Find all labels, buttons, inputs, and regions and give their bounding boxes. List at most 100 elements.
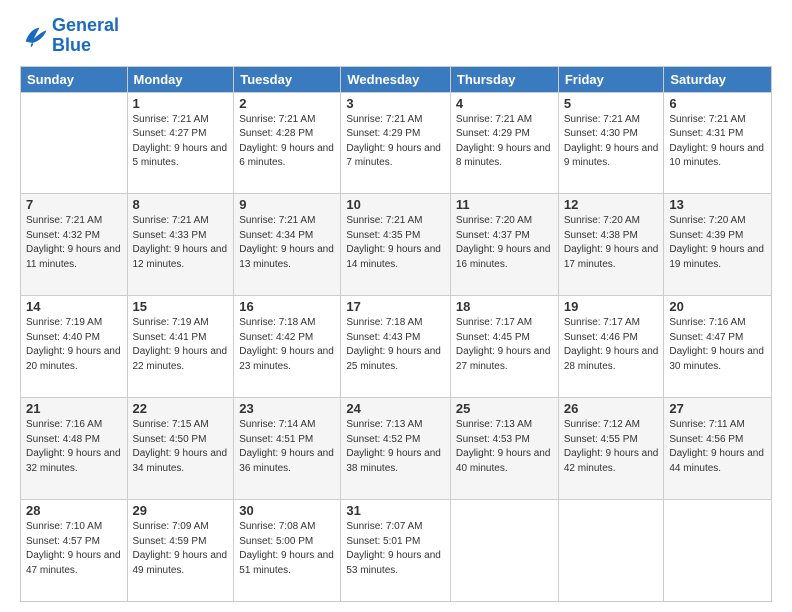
calendar-cell: 1 Sunrise: 7:21 AMSunset: 4:27 PMDaylight… [127,92,234,194]
calendar-cell: 4Sunrise: 7:21 AMSunset: 4:29 PMDaylight… [450,92,558,194]
day-number: 29 [133,503,229,518]
day-number: 30 [239,503,335,518]
weekday-header-monday: Monday [127,66,234,92]
day-number: 15 [133,299,229,314]
calendar-cell: 6 Sunrise: 7:21 AMSunset: 4:31 PMDaylight… [664,92,772,194]
day-info: Sunrise: 7:21 AMSunset: 4:27 PMDaylight:… [133,113,229,171]
calendar-cell [450,500,558,602]
day-number: 14 [26,299,122,314]
day-number: 21 [26,401,122,416]
day-number: 26 [564,401,659,416]
day-info: Sunrise: 7:12 AMSunset: 4:55 PMDaylight:… [564,418,659,476]
calendar-cell: 29 Sunrise: 7:09 AMSunset: 4:59 PMDayligh… [127,500,234,602]
header: General Blue [20,16,772,56]
calendar-cell: 17 Sunrise: 7:18 AMSunset: 4:43 PMDayligh… [341,296,451,398]
calendar-table: SundayMondayTuesdayWednesdayThursdayFrid… [20,66,772,602]
day-number: 25 [456,401,553,416]
day-number: 5 [564,96,659,111]
calendar-cell [21,92,128,194]
day-number: 28 [26,503,122,518]
day-number: 16 [239,299,335,314]
calendar-cell: 31 Sunrise: 7:07 AMSunset: 5:01 PMDayligh… [341,500,451,602]
day-info: Sunrise: 7:20 AMSunset: 4:37 PMDaylight:… [456,214,553,272]
day-info: Sunrise: 7:21 AMSunset: 4:35 PMDaylight:… [346,214,445,272]
calendar-cell [664,500,772,602]
day-number: 31 [346,503,445,518]
day-info: Sunrise: 7:21 AMSunset: 4:34 PMDaylight:… [239,214,335,272]
day-info: Sunrise: 7:15 AMSunset: 4:50 PMDaylight:… [133,418,229,476]
logo-text: General Blue [52,16,119,56]
day-number: 20 [669,299,766,314]
calendar-cell: 19 Sunrise: 7:17 AMSunset: 4:46 PMDayligh… [558,296,664,398]
calendar-cell: 25 Sunrise: 7:13 AMSunset: 4:53 PMDayligh… [450,398,558,500]
calendar-cell: 28 Sunrise: 7:10 AMSunset: 4:57 PMDayligh… [21,500,128,602]
calendar-cell: 18 Sunrise: 7:17 AMSunset: 4:45 PMDayligh… [450,296,558,398]
day-number: 12 [564,197,659,212]
day-info: Sunrise: 7:17 AMSunset: 4:45 PMDaylight:… [456,316,553,374]
day-number: 22 [133,401,229,416]
calendar-cell: 22 Sunrise: 7:15 AMSunset: 4:50 PMDayligh… [127,398,234,500]
calendar-cell: 12Sunrise: 7:20 AMSunset: 4:38 PMDayligh… [558,194,664,296]
calendar-cell: 8Sunrise: 7:21 AMSunset: 4:33 PMDaylight… [127,194,234,296]
day-info: Sunrise: 7:20 AMSunset: 4:39 PMDaylight:… [669,214,766,272]
calendar-cell: 16 Sunrise: 7:18 AMSunset: 4:42 PMDayligh… [234,296,341,398]
calendar-cell: 13Sunrise: 7:20 AMSunset: 4:39 PMDayligh… [664,194,772,296]
weekday-header-friday: Friday [558,66,664,92]
calendar-cell [558,500,664,602]
day-number: 7 [26,197,122,212]
day-info: Sunrise: 7:21 AMSunset: 4:29 PMDaylight:… [456,113,553,171]
calendar-cell: 5 Sunrise: 7:21 AMSunset: 4:30 PMDaylight… [558,92,664,194]
day-info: Sunrise: 7:18 AMSunset: 4:43 PMDaylight:… [346,316,445,374]
calendar-cell: 11 Sunrise: 7:20 AMSunset: 4:37 PMDayligh… [450,194,558,296]
weekday-header-wednesday: Wednesday [341,66,451,92]
week-row-1: 1 Sunrise: 7:21 AMSunset: 4:27 PMDaylight… [21,92,772,194]
day-info: Sunrise: 7:10 AMSunset: 4:57 PMDaylight:… [26,520,122,578]
calendar-cell: 15 Sunrise: 7:19 AMSunset: 4:41 PMDayligh… [127,296,234,398]
week-row-3: 14 Sunrise: 7:19 AMSunset: 4:40 PMDayligh… [21,296,772,398]
calendar-cell: 27 Sunrise: 7:11 AMSunset: 4:56 PMDayligh… [664,398,772,500]
day-info: Sunrise: 7:21 AMSunset: 4:31 PMDaylight:… [669,113,766,171]
day-info: Sunrise: 7:09 AMSunset: 4:59 PMDaylight:… [133,520,229,578]
weekday-header-saturday: Saturday [664,66,772,92]
calendar-cell: 14 Sunrise: 7:19 AMSunset: 4:40 PMDayligh… [21,296,128,398]
calendar-cell: 26 Sunrise: 7:12 AMSunset: 4:55 PMDayligh… [558,398,664,500]
weekday-header-thursday: Thursday [450,66,558,92]
weekday-header-tuesday: Tuesday [234,66,341,92]
day-info: Sunrise: 7:19 AMSunset: 4:40 PMDaylight:… [26,316,122,374]
day-info: Sunrise: 7:14 AMSunset: 4:51 PMDaylight:… [239,418,335,476]
weekday-header-sunday: Sunday [21,66,128,92]
day-info: Sunrise: 7:11 AMSunset: 4:56 PMDaylight:… [669,418,766,476]
day-number: 17 [346,299,445,314]
day-number: 9 [239,197,335,212]
calendar-cell: 21Sunrise: 7:16 AMSunset: 4:48 PMDayligh… [21,398,128,500]
calendar-cell: 2Sunrise: 7:21 AMSunset: 4:28 PMDaylight… [234,92,341,194]
day-number: 24 [346,401,445,416]
day-info: Sunrise: 7:21 AMSunset: 4:32 PMDaylight:… [26,214,122,272]
week-row-2: 7 Sunrise: 7:21 AMSunset: 4:32 PMDaylight… [21,194,772,296]
day-number: 27 [669,401,766,416]
calendar-cell: 9 Sunrise: 7:21 AMSunset: 4:34 PMDaylight… [234,194,341,296]
calendar-cell: 3Sunrise: 7:21 AMSunset: 4:29 PMDaylight… [341,92,451,194]
day-number: 19 [564,299,659,314]
logo-icon [20,22,48,50]
day-info: Sunrise: 7:17 AMSunset: 4:46 PMDaylight:… [564,316,659,374]
calendar-cell: 23 Sunrise: 7:14 AMSunset: 4:51 PMDayligh… [234,398,341,500]
day-number: 1 [133,96,229,111]
week-row-4: 21Sunrise: 7:16 AMSunset: 4:48 PMDayligh… [21,398,772,500]
day-number: 18 [456,299,553,314]
day-info: Sunrise: 7:08 AMSunset: 5:00 PMDaylight:… [239,520,335,578]
day-info: Sunrise: 7:07 AMSunset: 5:01 PMDaylight:… [346,520,445,578]
day-info: Sunrise: 7:21 AMSunset: 4:28 PMDaylight:… [239,113,335,171]
day-number: 6 [669,96,766,111]
day-info: Sunrise: 7:16 AMSunset: 4:47 PMDaylight:… [669,316,766,374]
calendar-cell: 20 Sunrise: 7:16 AMSunset: 4:47 PMDayligh… [664,296,772,398]
logo: General Blue [20,16,119,56]
day-info: Sunrise: 7:19 AMSunset: 4:41 PMDaylight:… [133,316,229,374]
day-info: Sunrise: 7:21 AMSunset: 4:30 PMDaylight:… [564,113,659,171]
day-number: 23 [239,401,335,416]
day-number: 11 [456,197,553,212]
day-number: 3 [346,96,445,111]
day-info: Sunrise: 7:13 AMSunset: 4:53 PMDaylight:… [456,418,553,476]
weekday-header-row: SundayMondayTuesdayWednesdayThursdayFrid… [21,66,772,92]
day-info: Sunrise: 7:18 AMSunset: 4:42 PMDaylight:… [239,316,335,374]
